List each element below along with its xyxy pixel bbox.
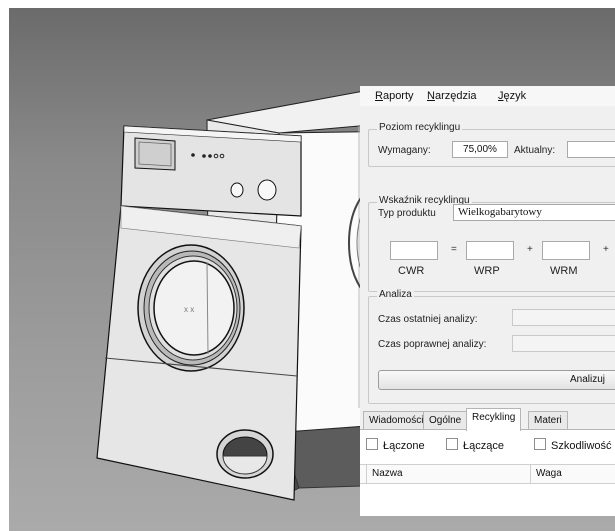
product-type-select[interactable]: Wielkogabarytowy [453, 204, 615, 221]
tab-materialy[interactable]: Materi [528, 411, 568, 430]
tab-ogolne[interactable]: Ogólne [423, 411, 468, 430]
wrp-caption: WRP [474, 265, 500, 277]
checkbox-icon[interactable] [446, 438, 458, 450]
plus-sign: + [603, 244, 609, 255]
last-analysis-label: Czas ostatniej analizy: [378, 314, 478, 325]
tab-strip: Wiadomości Ogólne Recykling Materi [360, 408, 615, 431]
analysis-title: Analiza [377, 289, 414, 300]
recycling-level-title: Poziom recyklingu [377, 122, 463, 133]
product-type-label: Typ produktu [378, 208, 436, 219]
column-nazwa[interactable]: Nazwa [372, 468, 403, 479]
tab-recykling[interactable]: Recykling [466, 408, 522, 431]
filter-szkodliwosc[interactable]: Szkodliwość [534, 438, 612, 452]
filter-label: Łączące [463, 440, 504, 452]
menu-hotkey: R [375, 90, 383, 102]
menu-narzedzia[interactable]: Narzędzia [427, 90, 477, 102]
filter-laczone[interactable]: Łączone [366, 438, 425, 452]
application-window: x x Raporty Narzędzia Język Poziom recyk… [0, 0, 615, 531]
last-analysis-field[interactable] [512, 309, 615, 326]
checkbox-icon[interactable] [366, 438, 378, 450]
current-level-field[interactable] [567, 141, 615, 158]
cwr-field[interactable] [390, 241, 438, 260]
recykling-tab-content: Łączone Łączące Szkodliwość Nazwa Waga [360, 430, 615, 516]
wrm-field[interactable] [542, 241, 590, 260]
required-level-field[interactable]: 75,00% [452, 141, 508, 158]
menu-jezyk-rest: ęzyk [503, 90, 527, 102]
plus-sign: + [527, 244, 533, 255]
tab-wiadomosci[interactable]: Wiadomości [363, 411, 430, 430]
menu-jezyk[interactable]: Język [498, 90, 526, 102]
menu-raporty-rest: aporty [382, 90, 414, 102]
column-waga[interactable]: Waga [536, 468, 562, 479]
cwr-caption: CWR [398, 265, 425, 277]
checkbox-icon[interactable] [534, 438, 546, 450]
filter-label: Łączone [383, 440, 425, 452]
current-label: Aktualny: [514, 145, 556, 156]
wrp-field[interactable] [466, 241, 514, 260]
menu-raporty[interactable]: Raporty [375, 90, 414, 102]
column-divider [366, 465, 367, 483]
wrm-caption: WRM [550, 265, 578, 277]
equals-sign: = [451, 244, 457, 255]
column-divider[interactable] [530, 465, 531, 483]
analyze-button[interactable]: Analizuj [378, 370, 615, 390]
valid-analysis-field[interactable] [512, 335, 615, 352]
table-header: Nazwa Waga [360, 464, 615, 484]
svg-text:x x: x x [184, 305, 194, 314]
recycling-panel: Raporty Narzędzia Język Poziom recykling… [360, 86, 615, 516]
menu-narzedzia-rest: arzędzia [434, 90, 477, 102]
menu-hotkey: N [427, 90, 435, 102]
filter-laczace[interactable]: Łączące [446, 438, 504, 452]
menu-bar: Raporty Narzędzia Język [360, 86, 615, 106]
filter-label: Szkodliwość [551, 440, 612, 452]
valid-analysis-label: Czas poprawnej analizy: [378, 339, 487, 350]
required-label: Wymagany: [378, 145, 431, 156]
